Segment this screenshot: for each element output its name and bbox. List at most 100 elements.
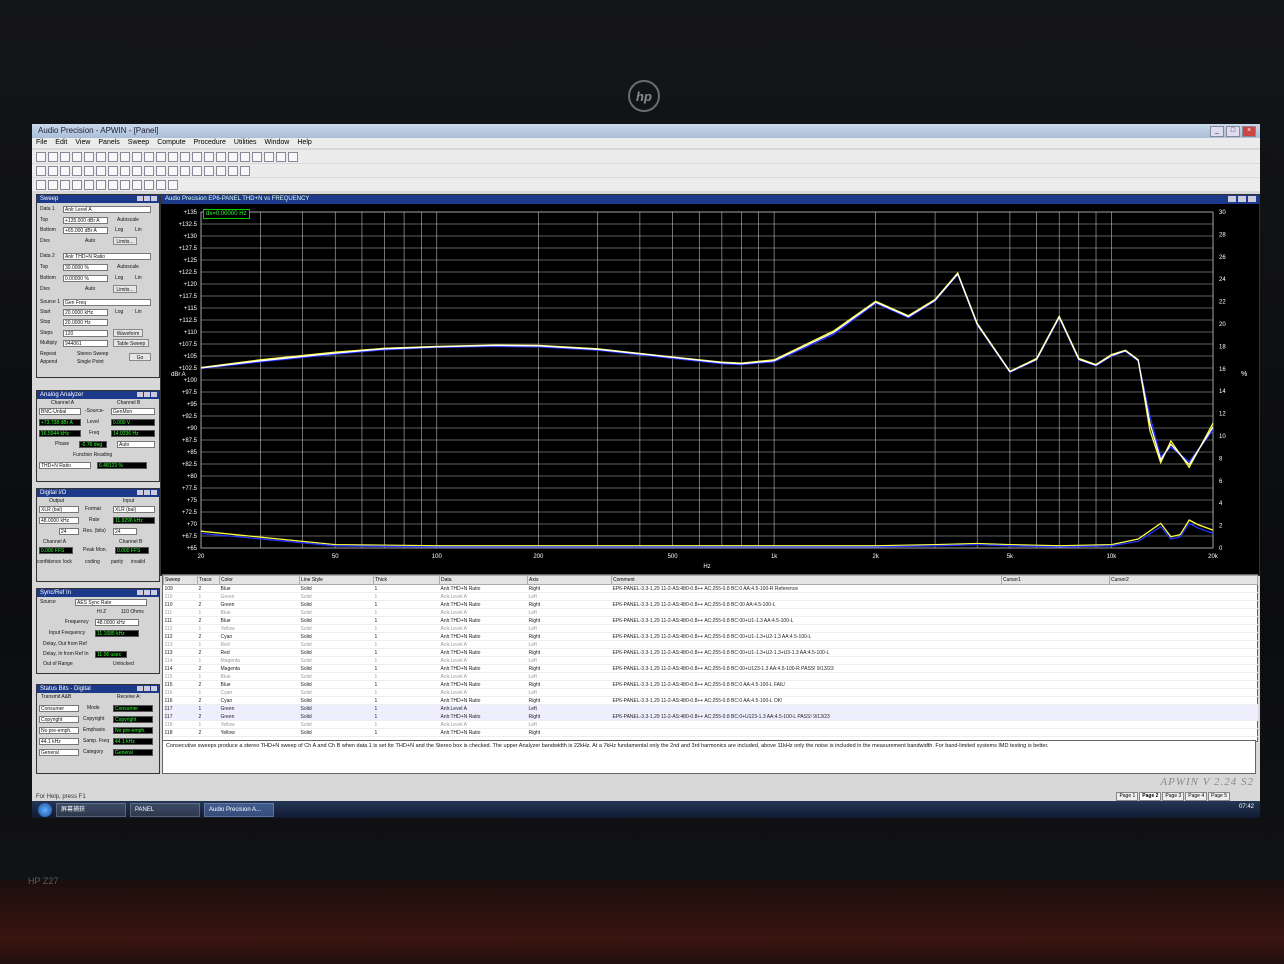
menu-help[interactable]: Help: [297, 138, 311, 148]
toolbar-button-icon[interactable]: [204, 151, 214, 162]
toolbar-button-icon[interactable]: [168, 151, 178, 162]
single-point-checkbox[interactable]: Single Point: [77, 359, 104, 366]
start-field[interactable]: 20.0000 kHz: [63, 309, 108, 316]
column-header[interactable]: Sweep: [163, 575, 198, 585]
copyright-transmit-select[interactable]: Copyright: [39, 716, 79, 723]
input-a-select[interactable]: BNC-Unbal: [39, 408, 81, 415]
toolbar-button-icon[interactable]: [228, 165, 238, 176]
toolbar-button-icon[interactable]: [204, 165, 214, 176]
column-header[interactable]: Axis: [527, 575, 612, 585]
bottom-field[interactable]: +65.000 dBr A: [63, 227, 108, 234]
multiply-field[interactable]: 944061: [63, 340, 108, 347]
toolbar-button-icon[interactable]: [192, 151, 202, 162]
thd-frequency-chart[interactable]: +135 +132.5 +130 +127.5 +125 +122.5 +120 +117.5…: [161, 204, 1259, 574]
samp-transmit-select[interactable]: 44.1 kHz: [39, 738, 79, 745]
toolbar-button-icon[interactable]: [288, 151, 298, 162]
toolbar-button-icon[interactable]: [228, 151, 238, 162]
table-row[interactable]: 115 2 Blue Solid 1 Anlr.THD+N Ratio Right EP6-P…: [163, 680, 1258, 689]
toolbar-button-icon[interactable]: [96, 165, 106, 176]
table-row[interactable]: 116 1 Cyan Solid 1 Anlr.Level A Left: [163, 688, 1258, 697]
phase-mode-select[interactable]: Auto: [117, 441, 155, 448]
stereo-sweep-checkbox[interactable]: Stereo Sweep: [77, 351, 108, 358]
toolbar-button-icon[interactable]: [180, 165, 190, 176]
toolbar-button-icon[interactable]: [120, 151, 130, 162]
toolbar-button-icon[interactable]: [48, 165, 58, 176]
emphasis-transmit-select[interactable]: No pre-emph.: [39, 727, 79, 734]
steps-field[interactable]: 120: [63, 330, 108, 337]
table-row[interactable]: 117 2 Green Solid 1 Anlr.THD+N Ratio Right EP6-…: [163, 712, 1258, 721]
page-tab[interactable]: Page 3: [1162, 792, 1185, 801]
toolbar-button-icon[interactable]: [144, 151, 154, 162]
output-res-field[interactable]: 24: [59, 528, 79, 535]
function-select[interactable]: THD+N Ratio: [39, 462, 91, 469]
taskbar-item-capture[interactable]: 屏幕捕获: [56, 802, 126, 817]
toolbar-button-icon[interactable]: [96, 179, 106, 190]
table-row[interactable]: 118 1 Yellow Solid 1 Anlr.Level A Left: [163, 720, 1258, 729]
toolbar-button-icon[interactable]: [84, 165, 94, 176]
menu-view[interactable]: View: [75, 138, 90, 148]
table-row[interactable]: 110 2 Green Solid 1 Anlr.THD+N Ratio Right EP6-…: [163, 600, 1258, 609]
log3-radio[interactable]: Log: [115, 309, 123, 316]
repeat-checkbox[interactable]: Repeat: [40, 351, 56, 358]
toolbar-button-icon[interactable]: [36, 179, 46, 190]
page-tab[interactable]: Page 1: [1116, 792, 1139, 801]
toolbar-button-icon[interactable]: [48, 151, 58, 162]
toolbar-button-icon[interactable]: [156, 165, 166, 176]
column-header[interactable]: Color: [219, 575, 300, 585]
toolbar-button-icon[interactable]: [72, 179, 82, 190]
toolbar-button-icon[interactable]: [180, 151, 190, 162]
auto2-checkbox[interactable]: Auto: [85, 286, 95, 293]
toolbar-button-icon[interactable]: [84, 179, 94, 190]
menu-sweep[interactable]: Sweep: [128, 138, 149, 148]
toolbar-button-icon[interactable]: [276, 151, 286, 162]
data2-select[interactable]: Anlr THD+N Ratio: [63, 253, 151, 260]
taskbar-item-panel[interactable]: PANEL: [130, 802, 200, 817]
table-row[interactable]: 114 2 Magenta Solid 1 Anlr.THD+N Ratio Right EP…: [163, 664, 1258, 673]
autoscale-checkbox[interactable]: Autoscale: [117, 217, 139, 224]
append-checkbox[interactable]: Append: [40, 359, 57, 366]
log2-radio[interactable]: Log: [115, 275, 123, 282]
toolbar-button-icon[interactable]: [216, 165, 226, 176]
toolbar-button-icon[interactable]: [144, 179, 154, 190]
table-row[interactable]: 111 2 Blue Solid 1 Anlr.THD+N Ratio Right EP6-P…: [163, 616, 1258, 625]
input-b-select[interactable]: GenMon: [111, 408, 155, 415]
page-tab[interactable]: Page 5: [1208, 792, 1230, 801]
output-rate-field[interactable]: 48.0000 kHz: [39, 517, 79, 524]
table-row[interactable]: 118 2 Yellow Solid 1 Anlr.THD+N Ratio Right: [163, 728, 1258, 737]
toolbar-button-icon[interactable]: [144, 165, 154, 176]
menu-edit[interactable]: Edit: [55, 138, 67, 148]
graph-maximize-icon[interactable]: [1238, 196, 1246, 202]
toolbar-button-icon[interactable]: [132, 179, 142, 190]
toolbar-button-icon[interactable]: [192, 165, 202, 176]
autoscale2-checkbox[interactable]: Autoscale: [117, 264, 139, 271]
toolbar-button-icon[interactable]: [108, 165, 118, 176]
toolbar-button-icon[interactable]: [60, 165, 70, 176]
toolbar-button-icon[interactable]: [132, 165, 142, 176]
toolbar-button-icon[interactable]: [108, 151, 118, 162]
toolbar-button-icon[interactable]: [108, 179, 118, 190]
limits-button[interactable]: Limits...: [113, 237, 137, 245]
top2-field[interactable]: 30.0000 %: [63, 264, 108, 271]
menu-procedure[interactable]: Procedure: [194, 138, 226, 148]
column-header[interactable]: Thick: [373, 575, 440, 585]
menu-window[interactable]: Window: [264, 138, 289, 148]
toolbar-button-icon[interactable]: [60, 179, 70, 190]
table-row[interactable]: 117 1 Green Solid 1 Anlr.Level A Left: [163, 704, 1258, 713]
column-header[interactable]: Trace: [197, 575, 220, 585]
column-header[interactable]: Comment: [611, 575, 1002, 585]
table-row[interactable]: 113 1 Red Solid 1 Anlr.Level A Left: [163, 640, 1258, 649]
maximize-icon[interactable]: □: [1226, 126, 1240, 137]
menu-utilities[interactable]: Utilities: [234, 138, 257, 148]
top-field[interactable]: +135.000 dBr A: [63, 217, 108, 224]
sync-freq-field[interactable]: 48.0000 kHz: [95, 619, 139, 626]
input-res-field[interactable]: 24: [113, 528, 137, 535]
menu-panels[interactable]: Panels: [98, 138, 119, 148]
column-header[interactable]: Cursor1: [1001, 575, 1110, 585]
toolbar-button-icon[interactable]: [168, 165, 178, 176]
toolbar-button-icon[interactable]: [72, 165, 82, 176]
toolbar-button-icon[interactable]: [60, 151, 70, 162]
category-transmit-select[interactable]: General: [39, 749, 79, 756]
toolbar-button-icon[interactable]: [156, 179, 166, 190]
table-row[interactable]: 112 1 Yellow Solid 1 Anlr.Level A Left: [163, 624, 1258, 633]
start-button[interactable]: [38, 802, 52, 817]
